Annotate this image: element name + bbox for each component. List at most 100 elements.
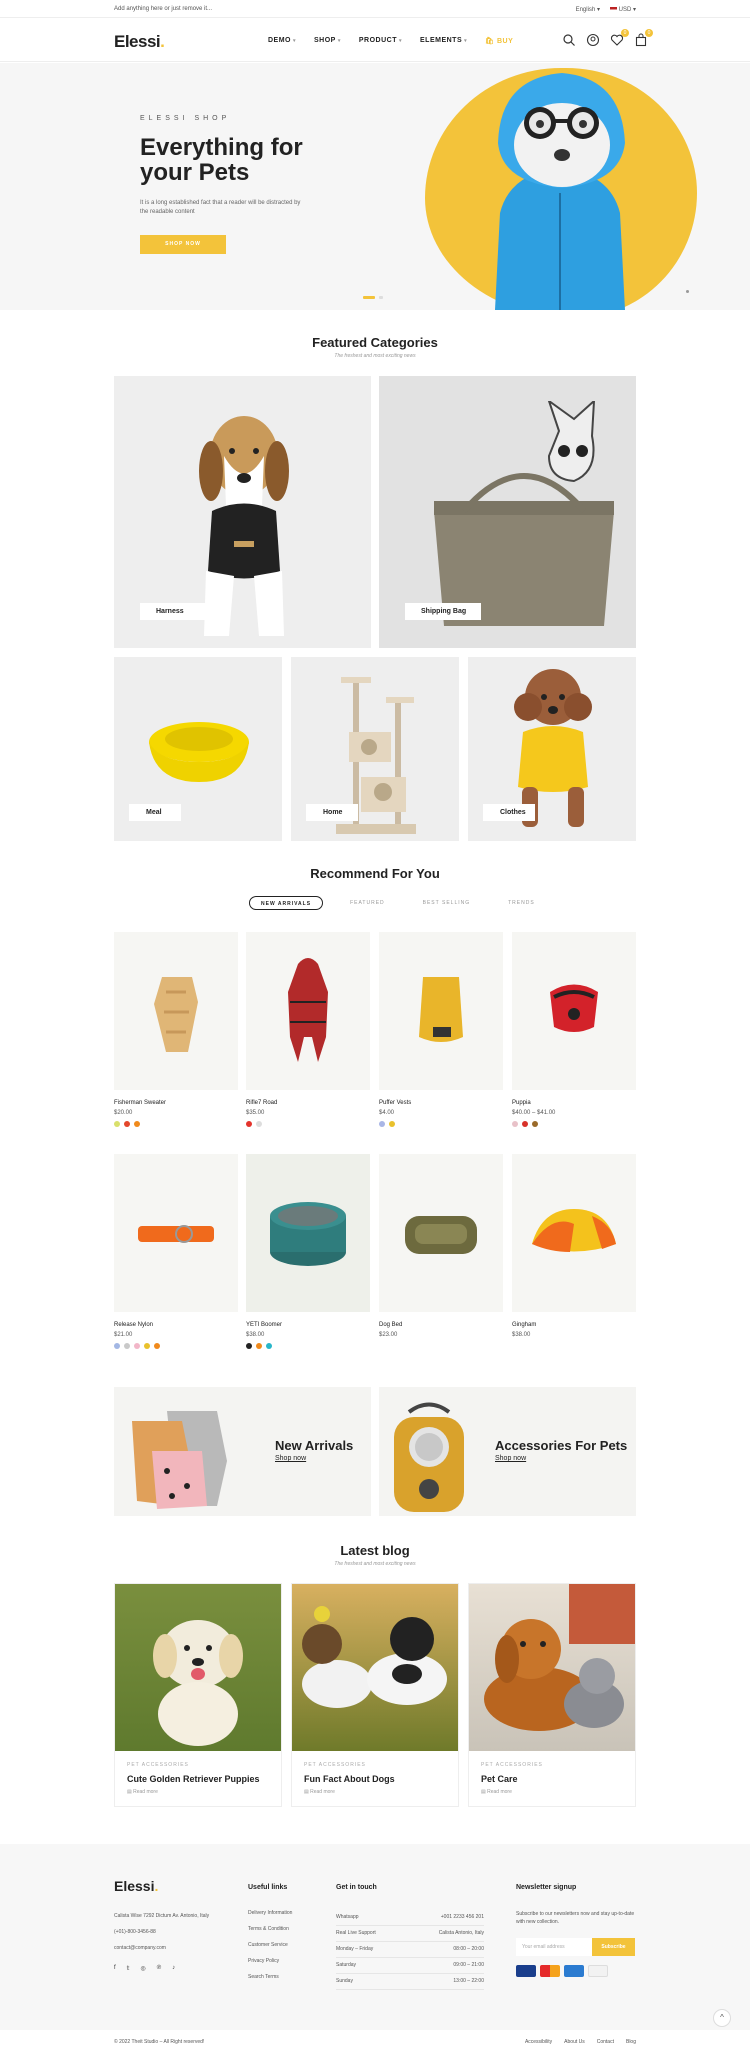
product-name[interactable]: Release Nylon xyxy=(114,1322,238,1328)
blog-image[interactable] xyxy=(115,1584,281,1751)
swatch[interactable] xyxy=(144,1343,150,1349)
product-name[interactable]: Gingham xyxy=(512,1322,636,1328)
blog-image[interactable] xyxy=(469,1584,635,1751)
product-name[interactable]: Puffer Vests xyxy=(379,1100,503,1106)
swatch[interactable] xyxy=(134,1121,140,1127)
swatch[interactable] xyxy=(522,1121,528,1127)
product-name[interactable]: Puppia xyxy=(512,1100,636,1106)
footer-email[interactable]: contact@company.com xyxy=(114,1944,166,1952)
nav-item-shop[interactable]: SHOP ▾ xyxy=(314,37,341,45)
banner-accessories[interactable]: Accessories For Pets Shop now xyxy=(379,1387,636,1516)
product-card[interactable]: Puppia $40.00 – $41.00 xyxy=(512,932,636,1127)
tiktok-icon[interactable]: ♪ xyxy=(172,1965,175,1972)
blog-post-title[interactable]: Cute Golden Retriever Puppies xyxy=(127,1774,260,1784)
swatch[interactable] xyxy=(154,1343,160,1349)
read-more-link[interactable]: ▤ Read more xyxy=(481,1789,512,1795)
product-image[interactable] xyxy=(512,1154,636,1312)
product-name[interactable]: Rifle7 Road xyxy=(246,1100,370,1106)
swatch[interactable] xyxy=(256,1343,262,1349)
blog-card[interactable]: PET ACCESSORIES Fun Fact About Dogs ▤ Re… xyxy=(291,1583,459,1807)
swatch[interactable] xyxy=(134,1343,140,1349)
bottom-link-accessibility[interactable]: Accessibility xyxy=(525,2039,552,2045)
user-icon[interactable] xyxy=(586,33,600,47)
tab-best-selling[interactable]: BEST SELLING xyxy=(412,896,481,910)
tab-new-arrivals[interactable]: NEW ARRIVALS xyxy=(249,896,324,910)
bottom-link-about[interactable]: About Us xyxy=(564,2039,585,2045)
swatch[interactable] xyxy=(256,1121,262,1127)
tab-trends[interactable]: TRENDS xyxy=(497,896,546,910)
footer-link[interactable]: Delivery Information xyxy=(248,1910,292,1926)
newsletter-email-input[interactable]: Your email address xyxy=(516,1938,592,1956)
product-image[interactable] xyxy=(114,932,238,1090)
product-card[interactable]: Rifle7 Road $35.00 xyxy=(246,932,370,1127)
subscribe-button[interactable]: Subscribe xyxy=(592,1938,635,1956)
product-card[interactable]: Fisherman Sweater $20.00 xyxy=(114,932,238,1127)
read-more-link[interactable]: ▤ Read more xyxy=(304,1789,335,1795)
blog-image[interactable] xyxy=(292,1584,458,1751)
swatch[interactable] xyxy=(246,1343,252,1349)
blog-post-title[interactable]: Pet Care xyxy=(481,1774,518,1784)
slide-dot-active[interactable] xyxy=(363,296,375,299)
tab-featured[interactable]: FEATURED xyxy=(339,896,396,910)
product-card[interactable]: Dog Bed $23.00 xyxy=(379,1154,503,1338)
twitter-icon[interactable]: 𝕥 xyxy=(127,1965,130,1972)
category-clothes[interactable]: Clothes xyxy=(468,657,636,841)
footer-logo[interactable]: Elessi. xyxy=(114,1878,158,1894)
nav-item-product[interactable]: PRODUCT ▾ xyxy=(359,37,402,45)
category-harness[interactable]: Harness xyxy=(114,376,371,648)
footer-link[interactable]: Terms & Condition xyxy=(248,1926,292,1942)
facebook-icon[interactable]: f xyxy=(114,1965,116,1972)
shop-now-button[interactable]: SHOP NOW xyxy=(140,235,226,254)
product-image[interactable] xyxy=(246,932,370,1090)
nav-item-elements[interactable]: ELEMENTS ▾ xyxy=(420,37,467,45)
product-card[interactable]: YETI Boomer $38.00 xyxy=(246,1154,370,1349)
nav-item-demo[interactable]: DEMO ▾ xyxy=(268,37,296,45)
product-name[interactable]: YETI Boomer xyxy=(246,1322,370,1328)
swatch[interactable] xyxy=(124,1343,130,1349)
product-name[interactable]: Fisherman Sweater xyxy=(114,1100,238,1106)
category-meal[interactable]: Meal xyxy=(114,657,282,841)
pinterest-icon[interactable]: ℗ xyxy=(157,1965,161,1972)
footer-phone[interactable]: (+01)-800-3456-88 xyxy=(114,1928,156,1936)
product-card[interactable]: Release Nylon $21.00 xyxy=(114,1154,238,1349)
blog-post-title[interactable]: Fun Fact About Dogs xyxy=(304,1774,395,1784)
banner-new-arrivals[interactable]: New Arrivals Shop now xyxy=(114,1387,371,1516)
site-logo[interactable]: Elessi. xyxy=(114,32,165,52)
blog-category[interactable]: PET ACCESSORIES xyxy=(481,1762,543,1768)
swatch[interactable] xyxy=(379,1121,385,1127)
product-image[interactable] xyxy=(246,1154,370,1312)
category-shipping-bag[interactable]: Shipping Bag xyxy=(379,376,636,648)
swatch[interactable] xyxy=(266,1343,272,1349)
swatch[interactable] xyxy=(114,1121,120,1127)
product-image[interactable] xyxy=(379,1154,503,1312)
currency-select[interactable]: USD ▾ xyxy=(609,6,636,13)
instagram-icon[interactable]: ◎ xyxy=(140,1965,145,1972)
swatch[interactable] xyxy=(246,1121,252,1127)
swatch[interactable] xyxy=(512,1121,518,1127)
language-select[interactable]: English ▾ xyxy=(576,6,600,13)
footer-link[interactable]: Customer Service xyxy=(248,1942,292,1958)
footer-link[interactable]: Search Terms xyxy=(248,1974,292,1990)
swatch[interactable] xyxy=(124,1121,130,1127)
nav-item-buy[interactable]: 🛍 BUY xyxy=(485,37,513,45)
wishlist-icon[interactable]: 0 xyxy=(610,29,629,47)
blog-category[interactable]: PET ACCESSORIES xyxy=(304,1762,366,1768)
back-to-top-button[interactable]: ^ xyxy=(713,2009,731,2027)
product-card[interactable]: Gingham $38.00 xyxy=(512,1154,636,1338)
blog-card[interactable]: PET ACCESSORIES Pet Care ▤ Read more xyxy=(468,1583,636,1807)
blog-category[interactable]: PET ACCESSORIES xyxy=(127,1762,189,1768)
product-image[interactable] xyxy=(114,1154,238,1312)
swatch[interactable] xyxy=(532,1121,538,1127)
banner-link[interactable]: Shop now xyxy=(495,1455,526,1462)
category-home[interactable]: Home xyxy=(291,657,459,841)
product-card[interactable]: Puffer Vests $4.00 xyxy=(379,932,503,1127)
product-name[interactable]: Dog Bed xyxy=(379,1322,503,1328)
search-icon[interactable] xyxy=(562,33,576,47)
slide-dot[interactable] xyxy=(379,296,383,299)
banner-link[interactable]: Shop now xyxy=(275,1455,306,1462)
footer-link[interactable]: Privacy Policy xyxy=(248,1958,292,1974)
product-image[interactable] xyxy=(512,932,636,1090)
read-more-link[interactable]: ▤ Read more xyxy=(127,1789,158,1795)
cart-icon[interactable]: 0 xyxy=(634,29,653,47)
bottom-link-blog[interactable]: Blog xyxy=(626,2039,636,2045)
